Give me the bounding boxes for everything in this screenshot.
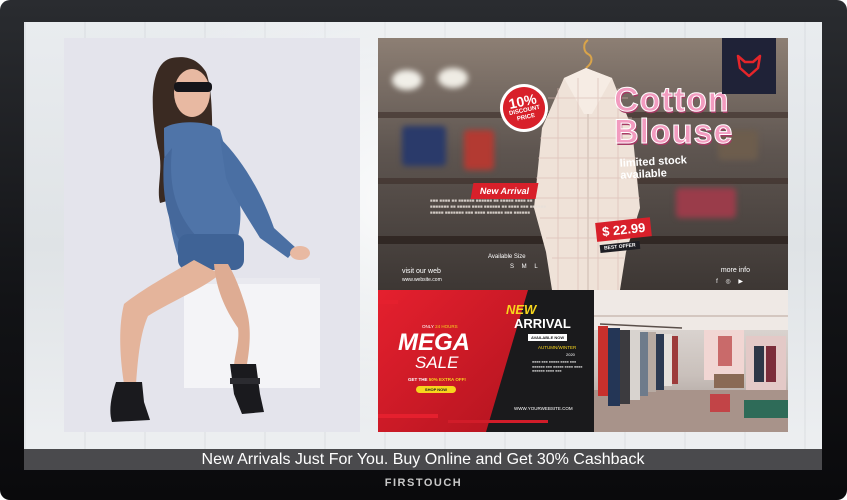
shop-now-button: SHOP NOW [416, 386, 456, 393]
model-photo [64, 38, 360, 432]
year-label: 2020 [566, 352, 575, 357]
mega-blurb: ■■■■ ■■■ ■■■■■ ■■■■ ■■■ ■■■■■■ ■■■ ■■■■■… [532, 360, 583, 373]
brand-fox-logo-icon [722, 38, 776, 94]
store-interior-photo [594, 290, 788, 432]
available-size-label: Available Size [488, 254, 526, 260]
season-label: AUTUMN/WINTER [538, 345, 577, 350]
visit-web-text: visit our web www.website.com [402, 268, 442, 283]
limited-stock-text: limited stock available [619, 154, 688, 182]
extra-off-text: GET THE 50% EXTRA OFF! [408, 377, 466, 382]
visit-url: www.website.com [402, 277, 442, 283]
ad-title: Cotton Blouse [613, 81, 734, 151]
sale-title: SALE [415, 353, 459, 372]
monitor-brand-label: FIRSTOUCH [384, 477, 463, 489]
arrival-title: ARRIVAL [514, 316, 571, 331]
new-arrival-badge: New Arrival [470, 183, 539, 199]
monitor-bezel: 10% DISCOUNT PRICE New Arrival ■■■ ■■■■ … [0, 0, 847, 500]
mega-title: MEGA [398, 329, 470, 356]
ad-blurb: ■■■ ■■■■ ■■ ■■■■■■ ■■■■■■ ■■ ■■■■■ ■■■■ … [430, 198, 547, 215]
display-screen: 10% DISCOUNT PRICE New Arrival ■■■ ■■■■ … [24, 22, 822, 470]
ticker-banner: New Arrivals Just For You. Buy Online an… [24, 449, 822, 470]
available-now-label: AVAILABLE NOW [528, 334, 568, 341]
more-info-text: more info [720, 267, 750, 274]
mega-sale-ad: ONLY 24 HOURS MEGA SALE GET THE 50% EXTR… [378, 290, 594, 432]
website-text: WWW.YOURWEBSITE.COM [514, 406, 573, 411]
social-icons: f ◎ ▶ [716, 279, 746, 285]
sizes-list: S M L [510, 264, 541, 270]
cotton-blouse-ad: 10% DISCOUNT PRICE New Arrival ■■■ ■■■■ … [378, 38, 788, 290]
model-photo-panel [64, 38, 360, 432]
new-title: NEW [506, 302, 537, 317]
